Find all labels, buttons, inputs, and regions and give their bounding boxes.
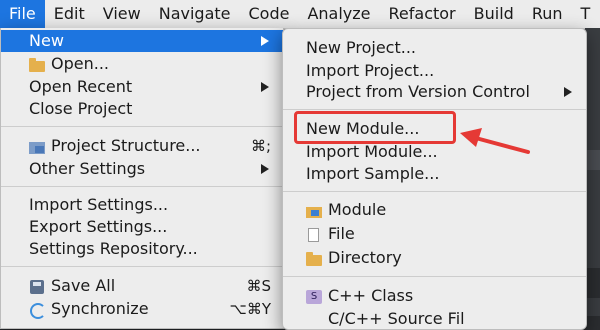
annotation-arrow-icon <box>460 128 530 154</box>
